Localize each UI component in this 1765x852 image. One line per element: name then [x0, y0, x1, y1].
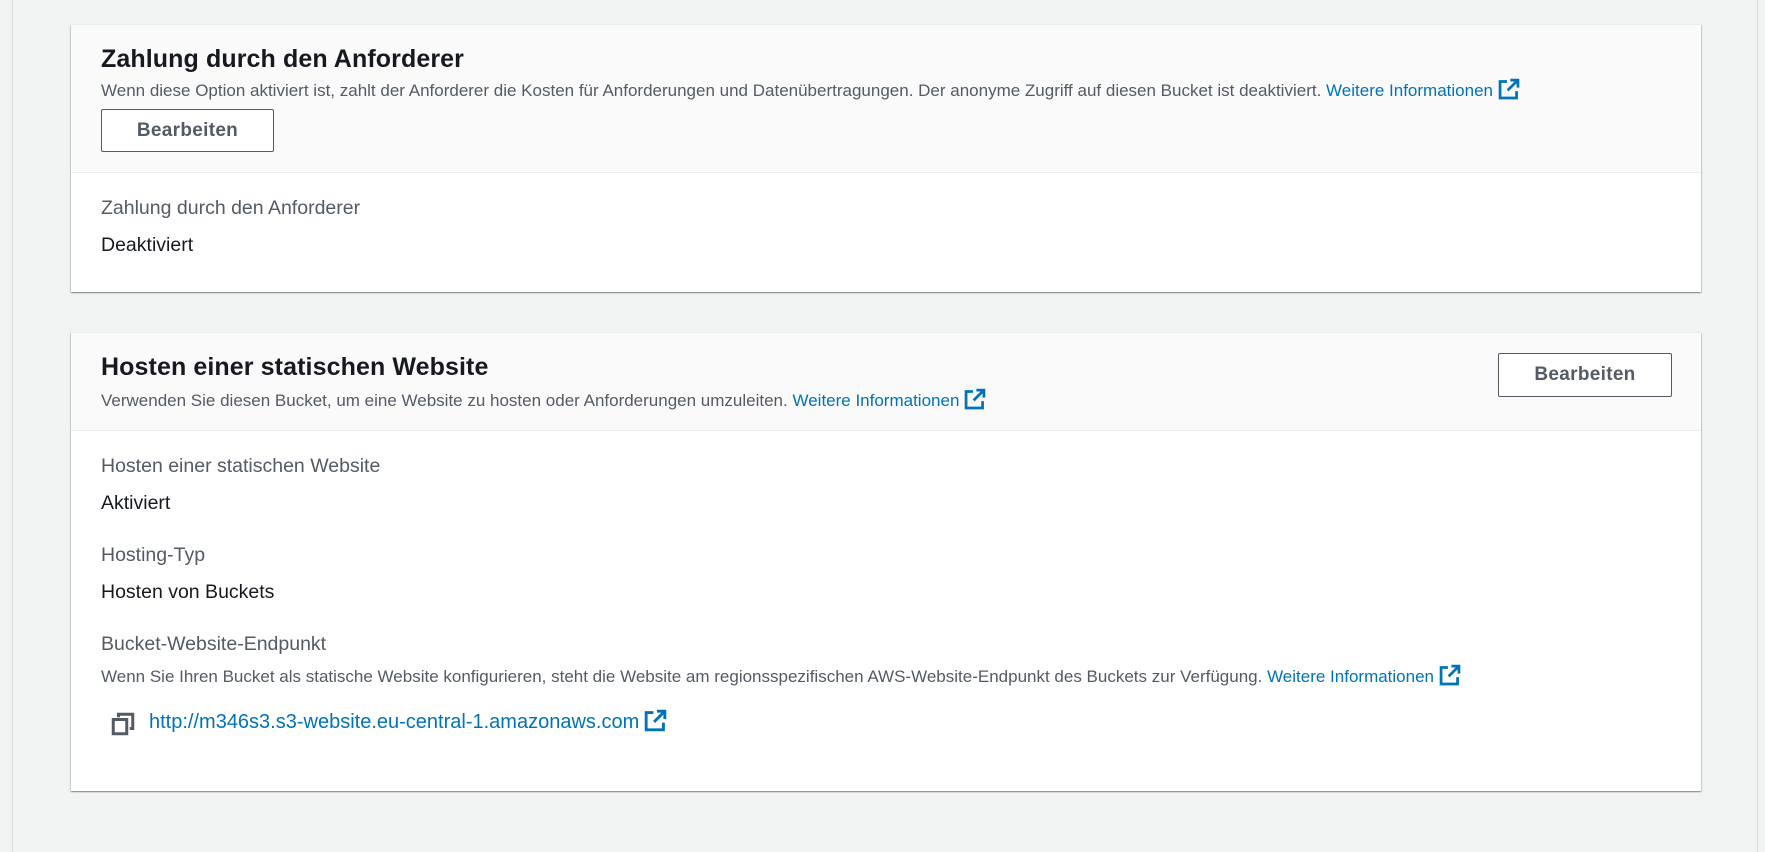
endpoint-description: Wenn Sie Ihren Bucket als statische Webs…	[101, 667, 1263, 686]
static-website-description: Verwenden Sie diesen Bucket, um eine Web…	[101, 391, 788, 410]
endpoint-url: http://m346s3.s3-website.eu-central-1.am…	[149, 711, 640, 733]
requester-pays-header: Zahlung durch den Anforderer Wenn diese …	[71, 25, 1701, 173]
endpoint-learn-more-link[interactable]: Weitere Informationen	[1267, 664, 1461, 686]
static-website-learn-more-label: Weitere Informationen	[792, 391, 960, 410]
requester-pays-learn-more-link[interactable]: Weitere Informationen	[1326, 78, 1520, 100]
static-website-header: Hosten einer statischen Website Verwende…	[71, 333, 1701, 431]
external-link-icon	[1498, 78, 1520, 107]
external-link-icon	[964, 388, 986, 417]
hosting-type-label: Hosting-Typ	[101, 544, 206, 566]
endpoint-url-link[interactable]: http://m346s3.s3-website.eu-central-1.am…	[149, 709, 667, 738]
endpoint-description-row: Wenn Sie Ihren Bucket als statische Webs…	[101, 664, 1671, 691]
requester-pays-body: Zahlung durch den Anforderer Deaktiviert	[71, 173, 1701, 257]
static-website-panel: Hosten einer statischen Website Verwende…	[71, 332, 1701, 791]
requester-pays-title: Zahlung durch den Anforderer	[101, 45, 464, 73]
external-link-icon	[644, 709, 667, 738]
static-website-body: Hosten einer statischen Website Aktivier…	[71, 431, 1701, 738]
external-link-icon	[1439, 664, 1461, 691]
static-website-learn-more-link[interactable]: Weitere Informationen	[792, 388, 986, 410]
requester-pays-edit-button[interactable]: Bearbeiten	[101, 109, 274, 152]
requester-pays-description: Wenn diese Option aktiviert ist, zahlt d…	[101, 81, 1322, 100]
endpoint-url-row: http://m346s3.s3-website.eu-central-1.am…	[101, 709, 1671, 738]
hosting-type-value: Hosten von Buckets	[101, 581, 275, 603]
static-hosting-value: Aktiviert	[101, 492, 171, 514]
requester-pays-field-label: Zahlung durch den Anforderer	[101, 197, 361, 219]
static-website-title: Hosten einer statischen Website	[101, 353, 489, 381]
requester-pays-learn-more-label: Weitere Informationen	[1326, 81, 1493, 100]
static-hosting-label: Hosten einer statischen Website	[101, 455, 381, 477]
requester-pays-field-value: Deaktiviert	[101, 234, 194, 256]
requester-pays-description-row: Wenn diese Option aktiviert ist, zahlt d…	[101, 78, 1671, 107]
requester-pays-panel: Zahlung durch den Anforderer Wenn diese …	[71, 24, 1701, 292]
endpoint-label: Bucket-Website-Endpunkt	[101, 633, 327, 655]
static-website-edit-button[interactable]: Bearbeiten	[1498, 353, 1672, 397]
endpoint-learn-more-label: Weitere Informationen	[1267, 667, 1434, 686]
copy-icon[interactable]	[111, 712, 135, 736]
static-website-description-row: Verwenden Sie diesen Bucket, um eine Web…	[101, 388, 1671, 417]
